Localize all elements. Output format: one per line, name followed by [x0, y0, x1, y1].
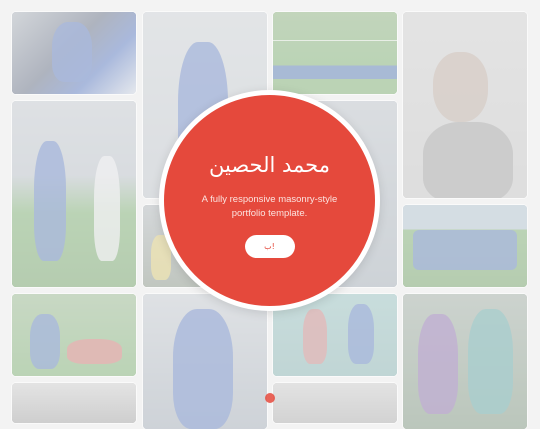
hero-title: محمد الحصين: [209, 153, 330, 177]
gallery-item[interactable]: [403, 12, 527, 198]
gallery-item[interactable]: [403, 294, 527, 429]
gallery-item[interactable]: [273, 383, 397, 423]
hero-subtitle: A fully responsive masonry-style portfol…: [201, 194, 338, 219]
gallery-item[interactable]: [273, 12, 397, 94]
indicator-dot: [265, 393, 275, 403]
gallery-item[interactable]: [12, 383, 136, 423]
hero-button[interactable]: ب!: [244, 235, 295, 258]
hero-circle: محمد الحصين A fully responsive masonry-s…: [159, 90, 380, 311]
gallery-item[interactable]: [143, 294, 267, 429]
gallery-item[interactable]: [12, 294, 136, 376]
gallery-item[interactable]: [403, 205, 527, 287]
gallery-item[interactable]: [12, 12, 136, 94]
gallery-item[interactable]: [12, 101, 136, 287]
